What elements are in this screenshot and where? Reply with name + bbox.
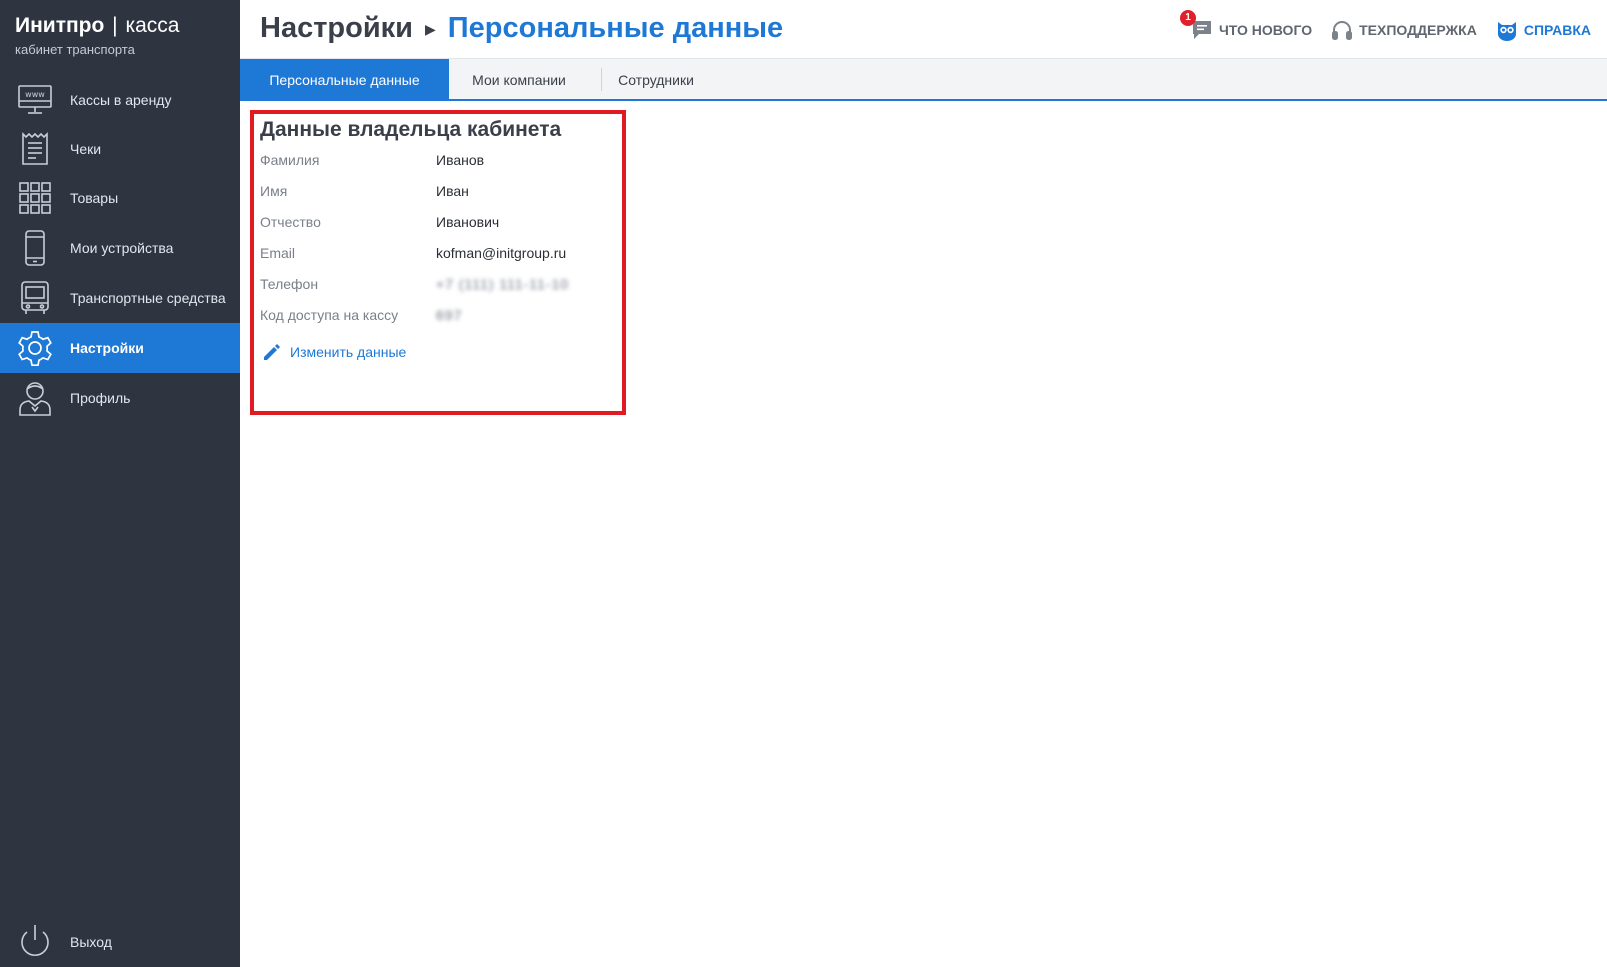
user-icon — [16, 379, 54, 417]
field-value: Иванович — [436, 214, 500, 230]
sidebar-item-label: Чеки — [70, 140, 102, 157]
support-label: ТЕХПОДДЕРЖКА — [1359, 22, 1477, 38]
breadcrumb-parent[interactable]: Настройки — [260, 12, 413, 45]
whats-new-label: ЧТО НОВОГО — [1218, 22, 1313, 38]
sidebar-item-label: Настройки — [70, 339, 144, 356]
tab-personal-data[interactable]: Персональные данные — [240, 59, 449, 100]
breadcrumb: Настройки ▶ Персональные данные — [260, 12, 783, 45]
sidebar-item-rent-kassas[interactable]: www Кассы в аренду — [0, 75, 240, 125]
bus-icon — [16, 279, 54, 317]
support-button[interactable]: ТЕХПОДДЕРЖКА — [1330, 18, 1477, 42]
sidebar-item-label: Товары — [70, 189, 119, 206]
headset-icon — [1330, 18, 1354, 42]
sidebar-item-label: Профиль — [70, 389, 131, 406]
brand-product: касса — [125, 14, 180, 37]
field-value: Иванов — [436, 152, 485, 168]
brand-separator: | — [112, 14, 118, 37]
help-label: СПРАВКА — [1523, 22, 1591, 38]
sidebar: Инитпро | касса кабинет транспорта www К… — [0, 0, 240, 967]
sidebar-item-label: Транспортные средства — [70, 289, 226, 306]
whats-new-button[interactable]: 1 ЧТО НОВОГО — [1179, 10, 1313, 42]
card-title: Данные владельца кабинета — [260, 118, 562, 141]
tab-my-companies[interactable]: Мои компании — [449, 59, 589, 100]
svg-text:www: www — [25, 90, 45, 99]
field-value: Иван — [436, 183, 469, 199]
breadcrumb-arrow-icon: ▶ — [425, 21, 436, 37]
sidebar-item-receipts[interactable]: Чеки — [0, 125, 240, 173]
brand-subtitle: кабинет транспорта — [15, 42, 135, 57]
notification-badge: 1 — [1179, 10, 1196, 26]
field-label: Имя — [260, 183, 288, 199]
brand-name: Инитпро — [15, 14, 105, 37]
brand[interactable]: Инитпро | касса кабинет транспорта — [15, 14, 179, 57]
logout-label: Выход — [70, 933, 112, 950]
receipt-icon — [16, 130, 54, 168]
edit-data-label: Изменить данные — [290, 344, 407, 360]
tab-employees[interactable]: Сотрудники — [601, 59, 711, 100]
sidebar-item-goods[interactable]: Товары — [0, 173, 240, 223]
power-icon — [16, 923, 54, 961]
field-label: Телефон — [260, 276, 319, 292]
sidebar-nav: www Кассы в аренду Чеки Товары Мои устро… — [0, 75, 240, 423]
sidebar-item-label: Мои устройства — [70, 239, 174, 256]
field-value: 697 — [436, 307, 463, 323]
logout-button[interactable]: Выход — [0, 920, 240, 964]
field-label: Фамилия — [260, 152, 320, 168]
owner-data-card: Данные владельца кабинета Фамилия Иванов… — [250, 110, 626, 415]
app: Инитпро | касса кабинет транспорта www К… — [0, 0, 1607, 967]
www-monitor-icon: www — [16, 81, 54, 119]
field-value: kofman@initgroup.ru — [436, 245, 567, 261]
chat-icon: 1 — [1179, 10, 1214, 42]
page-header: Настройки ▶ Персональные данные 1 ЧТО НО… — [240, 0, 1607, 58]
field-value: +7 (111) 111-11-10 — [436, 276, 570, 292]
sidebar-item-settings[interactable]: Настройки — [0, 323, 240, 373]
pencil-icon — [262, 342, 282, 362]
header-actions: 1 ЧТО НОВОГО ТЕХПОДДЕРЖКА СПРАВКА — [1172, 10, 1591, 42]
field-label: Email — [260, 245, 296, 261]
brand-title: Инитпро | касса — [15, 14, 179, 38]
tab-bar: Персональные данные Мои компании Сотрудн… — [240, 58, 1607, 101]
field-label: Код доступа на кассу — [260, 307, 399, 323]
sidebar-item-profile[interactable]: Профиль — [0, 373, 240, 423]
help-button[interactable]: СПРАВКА — [1495, 18, 1591, 42]
page-title: Персональные данные — [447, 12, 784, 44]
gear-icon — [16, 329, 54, 367]
sidebar-item-label: Кассы в аренду — [70, 91, 172, 108]
sidebar-item-devices[interactable]: Мои устройства — [0, 223, 240, 273]
grid-icon — [16, 179, 54, 217]
edit-data-link[interactable]: Изменить данные — [262, 342, 406, 362]
phone-icon — [16, 229, 54, 267]
field-label: Отчество — [260, 214, 321, 230]
sidebar-item-vehicles[interactable]: Транспортные средства — [0, 273, 240, 323]
owl-icon — [1495, 18, 1519, 42]
